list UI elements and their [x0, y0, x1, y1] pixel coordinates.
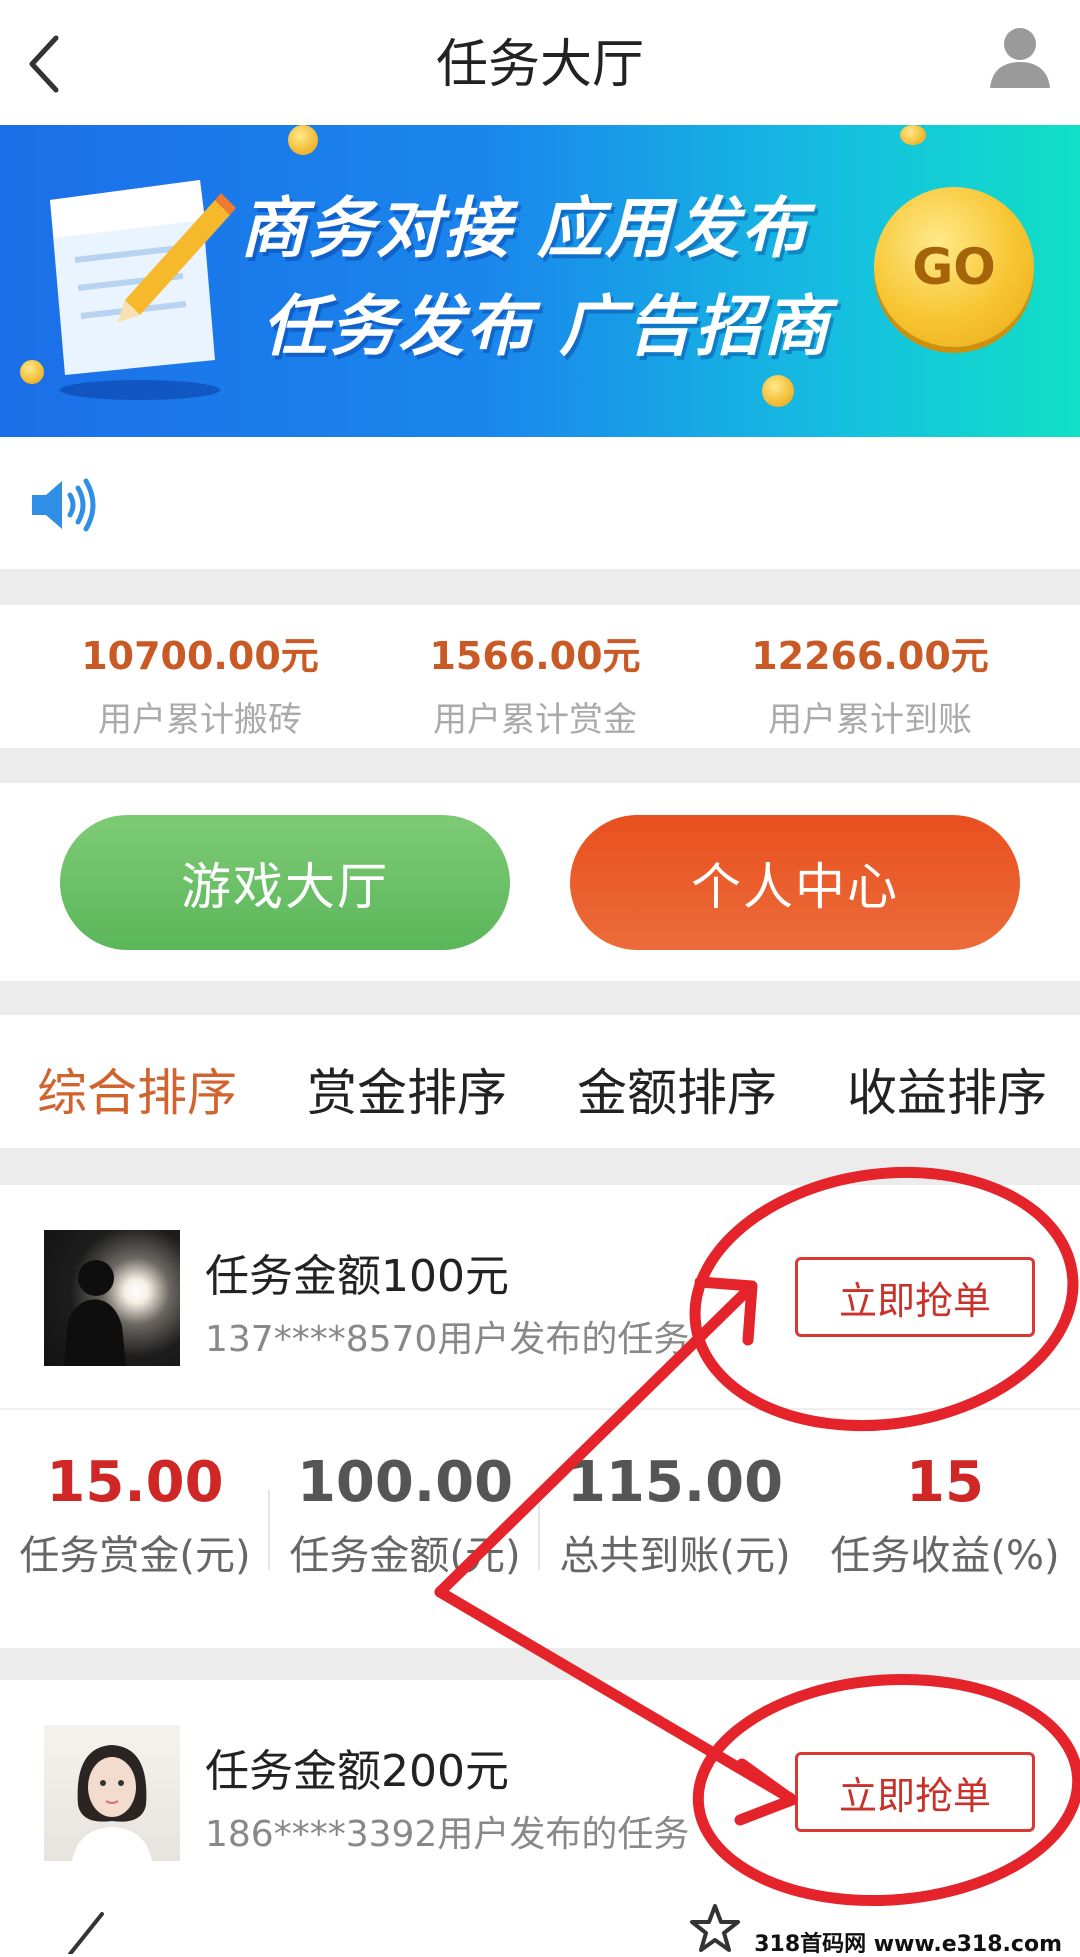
- document-pen-icon: [50, 180, 236, 400]
- metric-label: 任务金额(元): [289, 1533, 521, 1579]
- stat-label: 用户累计到账: [768, 700, 972, 740]
- banner-headline-1: 商务对接 应用发布: [240, 190, 809, 267]
- stat-total-received: 12266.00元 用户累计到账: [690, 625, 1050, 741]
- task-publisher: 137****8570用户发布的任务: [205, 1319, 690, 1360]
- metric-value: 15: [906, 1450, 984, 1515]
- grab-order-button[interactable]: 立即抢单: [795, 1752, 1035, 1832]
- coin-decoration: [288, 125, 318, 155]
- metric-total: 115.00 总共到账(元): [540, 1450, 810, 1581]
- task-avatar: [44, 1725, 180, 1861]
- stat-value: 12266.00元: [751, 634, 989, 678]
- user-profile-button[interactable]: [980, 18, 1060, 98]
- tab-sort-amount[interactable]: 金额排序: [577, 1053, 777, 1125]
- metric-bounty: 15.00 任务赏金(元): [0, 1450, 270, 1581]
- grab-order-button[interactable]: 立即抢单: [795, 1257, 1035, 1337]
- game-hall-button[interactable]: 游戏大厅: [60, 815, 510, 950]
- person-portrait-icon: [72, 1745, 152, 1861]
- stat-label: 用户累计赏金: [433, 700, 637, 740]
- page-title: 任务大厅: [435, 35, 644, 95]
- action-buttons: 游戏大厅 个人中心: [0, 783, 1080, 981]
- task-metrics: 15.00 任务赏金(元) 100.00 任务金额(元) 115.00 总共到账…: [0, 1410, 1080, 1648]
- metric-value: 100.00: [296, 1450, 514, 1515]
- coin-decoration: [900, 125, 926, 145]
- header: 任务大厅: [0, 0, 1080, 125]
- coin-decoration: [762, 375, 794, 407]
- metric-value: 15.00: [46, 1450, 224, 1515]
- metric-earnings: 15 任务收益(%): [810, 1450, 1080, 1581]
- stats-card: 10700.00元 用户累计搬砖 1566.00元 用户累计赏金 12266.0…: [0, 605, 1080, 748]
- metric-value: 115.00: [566, 1450, 784, 1515]
- stat-label: 用户累计搬砖: [98, 700, 302, 740]
- banner-go-button[interactable]: GO: [874, 187, 1034, 347]
- bottom-nav: 318首码网 www.e318.com: [0, 1890, 1080, 1957]
- stat-total-work: 10700.00元 用户累计搬砖: [20, 625, 380, 741]
- tab-sort-bounty[interactable]: 赏金排序: [307, 1053, 507, 1125]
- user-avatar-icon: [990, 28, 1050, 88]
- speaker-icon: [32, 478, 96, 532]
- star-icon[interactable]: [690, 1902, 740, 1957]
- watermark: 318首码网 www.e318.com: [750, 1926, 1066, 1957]
- notice-bar: [0, 437, 1080, 569]
- person-silhouette-icon: [64, 1260, 126, 1366]
- banner-headline-2: 任务发布 广告招商: [262, 288, 831, 365]
- tab-sort-overall[interactable]: 综合排序: [37, 1053, 237, 1125]
- task-avatar: [44, 1230, 180, 1366]
- stat-total-bounty: 1566.00元 用户累计赏金: [355, 625, 715, 741]
- metric-label: 任务收益(%): [830, 1533, 1060, 1579]
- coin-decoration: [20, 360, 44, 384]
- personal-center-button[interactable]: 个人中心: [570, 815, 1020, 950]
- task-title: 任务金额100元: [205, 1251, 509, 1302]
- task-card[interactable]: 任务金额100元 137****8570用户发布的任务 立即抢单 15.00 任…: [0, 1185, 1080, 1648]
- metric-amount: 100.00 任务金额(元): [270, 1450, 540, 1581]
- task-title: 任务金额200元: [205, 1746, 509, 1797]
- metric-label: 任务赏金(元): [19, 1533, 251, 1579]
- metric-label: 总共到账(元): [559, 1533, 791, 1579]
- stat-value: 1566.00元: [429, 634, 641, 678]
- sort-tabs: 综合排序 赏金排序 金额排序 收益排序: [0, 1015, 1080, 1148]
- promo-banner[interactable]: 商务对接 应用发布 任务发布 广告招商 GO: [0, 125, 1080, 437]
- tab-sort-earnings[interactable]: 收益排序: [847, 1053, 1047, 1125]
- task-card[interactable]: 任务金额200元 186****3392用户发布的任务 立即抢单: [0, 1680, 1080, 1890]
- stat-value: 10700.00元: [81, 634, 319, 678]
- back-nav-icon[interactable]: [60, 1904, 110, 1954]
- task-publisher: 186****3392用户发布的任务: [205, 1814, 690, 1855]
